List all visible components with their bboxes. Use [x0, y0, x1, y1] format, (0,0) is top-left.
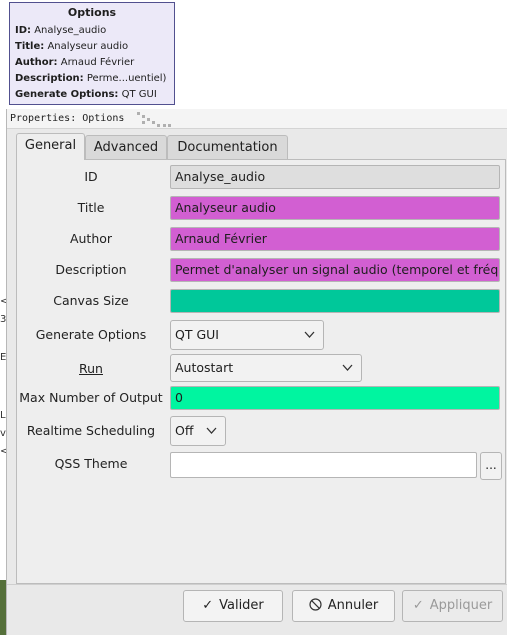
- dialog-title: Properties: Options: [10, 113, 125, 124]
- id-field[interactable]: Analyse_audio: [170, 165, 500, 189]
- fragment-text: L: [0, 410, 6, 421]
- dialog-titlebar[interactable]: Properties: Options: [7, 109, 507, 129]
- cancel-button-label: Annuler: [327, 598, 379, 613]
- run-label: Run: [79, 361, 103, 376]
- block-line-title: Title: Analyseur audio: [15, 39, 174, 55]
- block-value: QT GUI: [121, 89, 157, 100]
- block-value: Analyseur audio: [47, 41, 129, 52]
- block-line-description: Description: Perme...uentiel): [15, 71, 174, 87]
- block-line-id: ID: Analyse_audio: [15, 23, 174, 39]
- run-value: Autostart: [175, 360, 234, 375]
- block-key: Author:: [15, 57, 58, 68]
- id-label: ID: [84, 169, 98, 184]
- ok-button-label: Valider: [219, 598, 264, 613]
- author-field[interactable]: Arnaud Février: [170, 227, 500, 251]
- chevron-down-icon: [304, 331, 315, 338]
- realtime-scheduling-label: Realtime Scheduling: [26, 423, 156, 438]
- qss-theme-label: QSS Theme: [54, 456, 128, 471]
- block-value: Arnaud Février: [60, 57, 135, 68]
- max-outputs-label: Max Number of Output: [19, 390, 163, 405]
- tab-advanced[interactable]: Advanced: [85, 135, 167, 159]
- block-key: Generate Options:: [15, 89, 119, 100]
- block-line-generate-options: Generate Options: QT GUI: [15, 87, 174, 103]
- generate-options-value: QT GUI: [175, 327, 219, 342]
- tab-documentation[interactable]: Documentation: [167, 135, 288, 159]
- block-key: Title:: [15, 41, 45, 52]
- check-icon: ✓: [202, 598, 214, 613]
- description-field[interactable]: Permet d'analyser un signal audio (tempo…: [170, 258, 500, 282]
- ok-button[interactable]: ✓ Valider: [183, 590, 283, 622]
- max-outputs-field[interactable]: 0: [170, 386, 500, 410]
- button-separator: [7, 584, 507, 585]
- block-line-author: Author: Arnaud Février: [15, 55, 174, 71]
- block-key: Description:: [15, 73, 84, 84]
- chevron-down-icon: [342, 364, 353, 371]
- canvas-size-label: Canvas Size: [53, 293, 129, 308]
- chevron-down-icon: [206, 427, 217, 434]
- block-value: Analyse_audio: [34, 25, 107, 36]
- author-label: Author: [69, 231, 113, 246]
- tab-general[interactable]: General: [16, 133, 85, 160]
- canvas-size-field[interactable]: [170, 289, 500, 313]
- title-label: Title: [77, 200, 105, 215]
- block-title: Options: [67, 6, 117, 19]
- generate-options-label: Generate Options: [35, 327, 147, 342]
- qss-theme-field[interactable]: [170, 452, 477, 478]
- resize-grip-icon[interactable]: [137, 112, 171, 128]
- apply-button[interactable]: ✓ Appliquer: [402, 590, 503, 622]
- properties-dialog: Properties: Options General Advanced Doc…: [6, 109, 507, 635]
- block-key: ID:: [15, 25, 32, 36]
- realtime-scheduling-dropdown[interactable]: Off: [170, 416, 226, 446]
- browse-button[interactable]: ...: [480, 452, 502, 480]
- check-icon: ✓: [412, 598, 424, 613]
- realtime-scheduling-value: Off: [175, 423, 194, 438]
- general-tab-panel: ID Analyse_audio Title Analyseur audio A…: [16, 159, 506, 584]
- apply-button-label: Appliquer: [429, 598, 493, 613]
- block-value: Perme...uentiel): [86, 73, 167, 84]
- cancel-button[interactable]: Annuler: [292, 590, 395, 622]
- run-dropdown[interactable]: Autostart: [170, 354, 362, 382]
- title-field[interactable]: Analyseur audio: [170, 196, 500, 220]
- generate-options-dropdown[interactable]: QT GUI: [170, 320, 324, 350]
- description-label: Description: [55, 262, 127, 277]
- cancel-icon: [309, 598, 322, 611]
- options-block[interactable]: Options ID: Analyse_audio Title: Analyse…: [9, 2, 175, 105]
